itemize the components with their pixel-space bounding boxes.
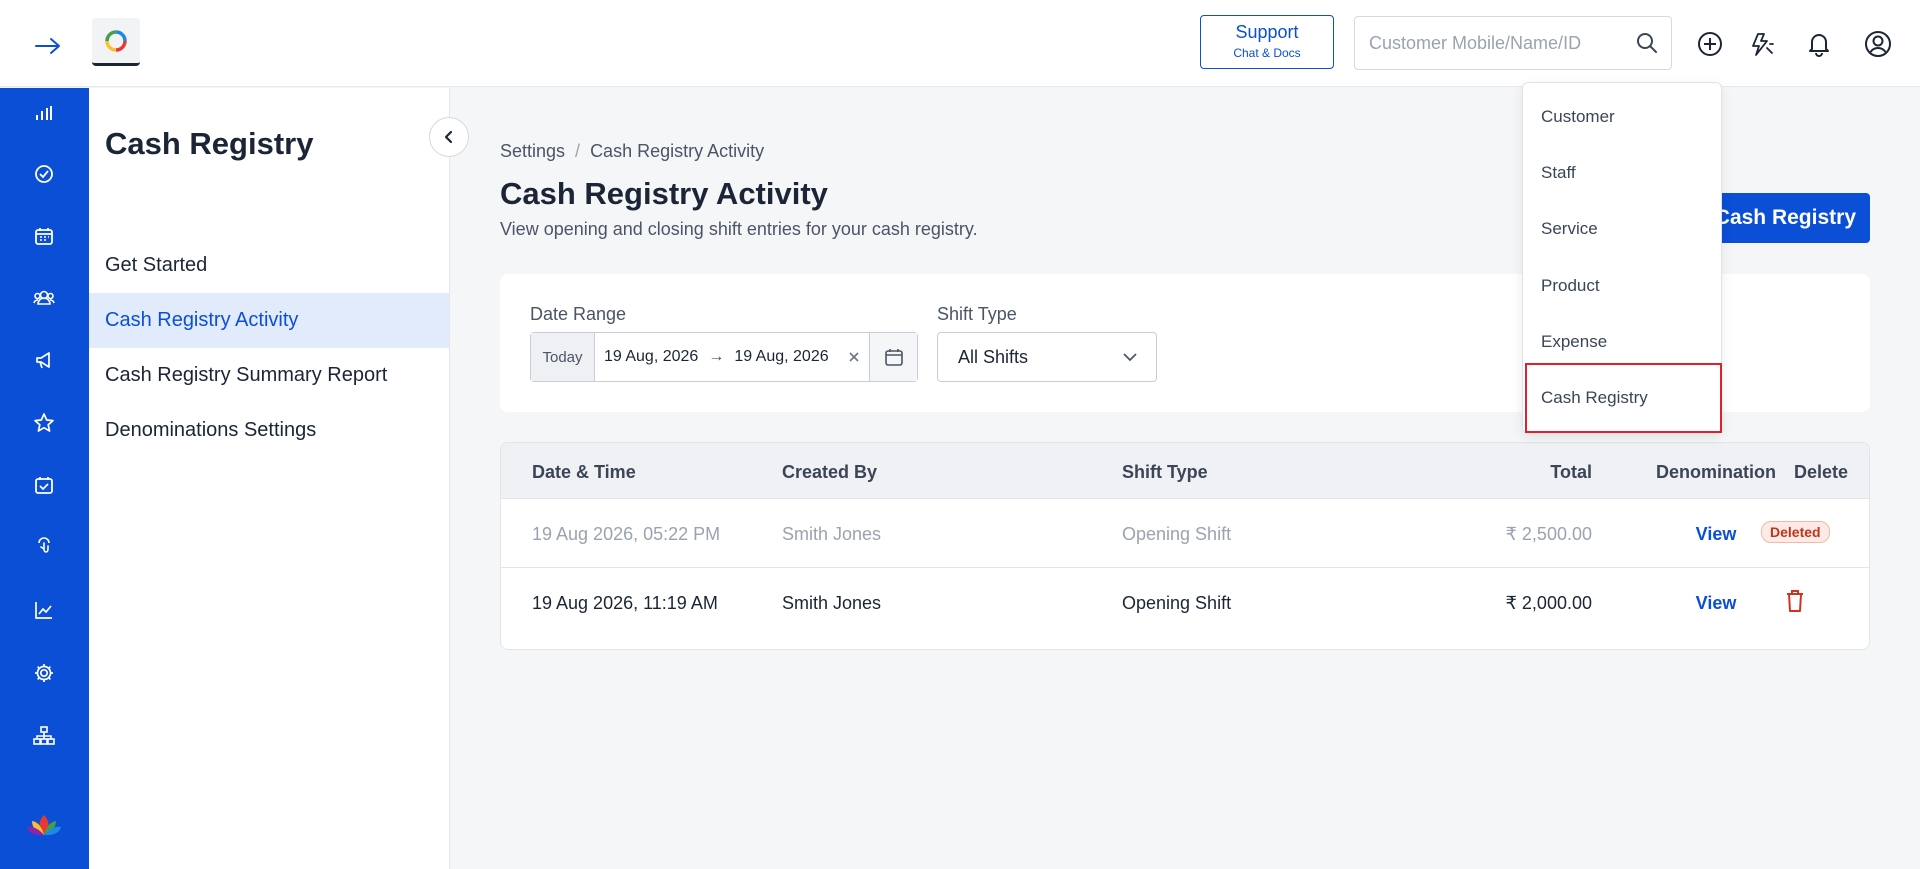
row-created-by: Smith Jones xyxy=(782,524,882,544)
customer-search-input[interactable] xyxy=(1355,17,1623,69)
search-icon[interactable] xyxy=(1623,32,1671,54)
today-button[interactable]: Today xyxy=(531,333,595,381)
customer-search xyxy=(1354,16,1672,70)
calendar-icon[interactable] xyxy=(29,221,59,251)
row-date-time: 19 Aug 2026, 05:22 PM xyxy=(532,524,721,544)
header-total: Total xyxy=(1550,462,1592,482)
top-bar: Support Chat & Docs xyxy=(0,0,1920,87)
theme-toggle-icon[interactable] xyxy=(1745,28,1777,60)
app-logo[interactable] xyxy=(92,18,140,66)
clear-date-icon[interactable] xyxy=(839,351,869,363)
menu-item-product[interactable]: Product xyxy=(1541,276,1600,296)
settings-gear-icon[interactable] xyxy=(29,658,59,688)
shift-type-value: All Shifts xyxy=(958,346,1029,367)
chevron-left-icon xyxy=(444,130,453,144)
settings-sidebar: Cash Registry Get Started Cash Registry A… xyxy=(89,88,450,869)
add-new-dropdown: Customer Staff Service Product Expense C… xyxy=(1522,82,1722,434)
add-circle-icon[interactable] xyxy=(1694,28,1726,60)
menu-item-cash-registry[interactable]: Cash Registry xyxy=(1541,388,1648,408)
row-created-by: Smith Jones xyxy=(782,593,882,613)
row-total: ₹ 2,500.00 xyxy=(1505,524,1592,544)
header-denomination: Denomination xyxy=(1656,462,1776,482)
shift-type-select[interactable]: All Shifts xyxy=(937,332,1157,382)
sidebar-item-get-started[interactable]: Get Started xyxy=(89,238,449,293)
page-title: Cash Registry Activity xyxy=(500,176,828,211)
date-range-label: Date Range xyxy=(530,304,627,324)
trend-line-icon[interactable] xyxy=(29,595,59,625)
header-created-by: Created By xyxy=(782,462,878,482)
start-date: 19 Aug, 2026 xyxy=(604,348,699,365)
shift-type-label: Shift Type xyxy=(937,304,1017,324)
table-header: Date & Time Created By Shift Type Total … xyxy=(501,443,1869,499)
dashboard-chart-icon[interactable] xyxy=(29,98,59,128)
support-subtitle: Chat & Docs xyxy=(1233,46,1301,60)
support-title: Support xyxy=(1235,22,1299,42)
view-denomination-link[interactable]: View xyxy=(1641,593,1791,614)
sidebar-item-denominations-settings[interactable]: Denominations Settings xyxy=(89,403,449,458)
header-delete: Delete xyxy=(1793,462,1849,482)
end-date: 19 Aug, 2026 xyxy=(734,348,829,365)
support-button[interactable]: Support Chat & Docs xyxy=(1200,15,1334,69)
row-total: ₹ 2,000.00 xyxy=(1505,593,1592,613)
breadcrumb: Settings / Cash Registry Activity xyxy=(500,141,764,162)
add-cash-registry-button[interactable]: Cash Registry xyxy=(1702,193,1870,243)
bell-icon[interactable] xyxy=(1803,28,1835,60)
touch-icon[interactable] xyxy=(29,532,59,562)
group-icon[interactable] xyxy=(29,283,59,313)
row-shift-type: Opening Shift xyxy=(1122,524,1232,544)
sidebar-title: Cash Registry xyxy=(105,126,314,161)
page-subtitle: View opening and closing shift entries f… xyxy=(500,219,978,239)
menu-item-staff[interactable]: Staff xyxy=(1541,163,1576,183)
breadcrumb-current: Cash Registry Activity xyxy=(590,141,765,161)
deleted-status-badge: Deleted xyxy=(1761,521,1830,543)
range-arrow: → xyxy=(708,348,725,365)
table-row: 19 Aug 2026, 05:22 PM Smith Jones Openin… xyxy=(501,500,1869,568)
sidebar-item-summary-report[interactable]: Cash Registry Summary Report xyxy=(89,348,449,403)
table-row: 19 Aug 2026, 11:19 AM Smith Jones Openin… xyxy=(501,569,1869,637)
menu-item-service[interactable]: Service xyxy=(1541,219,1598,239)
calendar-check-icon[interactable] xyxy=(29,470,59,500)
sidebar-item-cash-registry-activity[interactable]: Cash Registry Activity xyxy=(89,293,449,348)
header-shift-type: Shift Type xyxy=(1122,462,1208,482)
megaphone-icon[interactable] xyxy=(29,345,59,375)
calendar-picker-icon[interactable] xyxy=(869,333,917,381)
brand-lotus-icon xyxy=(24,810,64,840)
user-icon[interactable] xyxy=(1862,28,1894,60)
expand-arrow-icon[interactable] xyxy=(32,32,64,60)
header-date-time: Date & Time xyxy=(532,462,636,482)
menu-item-expense[interactable]: Expense xyxy=(1541,332,1607,352)
row-shift-type: Opening Shift xyxy=(1122,593,1232,613)
breadcrumb-separator: / xyxy=(575,141,581,161)
collapse-sidebar-button[interactable] xyxy=(429,117,469,157)
date-range-picker[interactable]: Today 19 Aug, 2026 → 19 Aug, 2026 xyxy=(530,332,918,382)
check-circle-icon[interactable] xyxy=(29,159,59,189)
hierarchy-icon[interactable] xyxy=(29,721,59,751)
star-icon[interactable] xyxy=(29,408,59,438)
menu-item-customer[interactable]: Customer xyxy=(1541,107,1615,127)
left-rail xyxy=(0,88,89,869)
activity-table: Date & Time Created By Shift Type Total … xyxy=(500,442,1870,650)
chevron-down-icon xyxy=(1123,353,1137,362)
date-range-values[interactable]: 19 Aug, 2026 → 19 Aug, 2026 xyxy=(595,348,839,366)
trash-icon[interactable] xyxy=(1785,589,1805,618)
row-date-time: 19 Aug 2026, 11:19 AM xyxy=(532,593,718,613)
breadcrumb-settings[interactable]: Settings xyxy=(500,141,565,162)
